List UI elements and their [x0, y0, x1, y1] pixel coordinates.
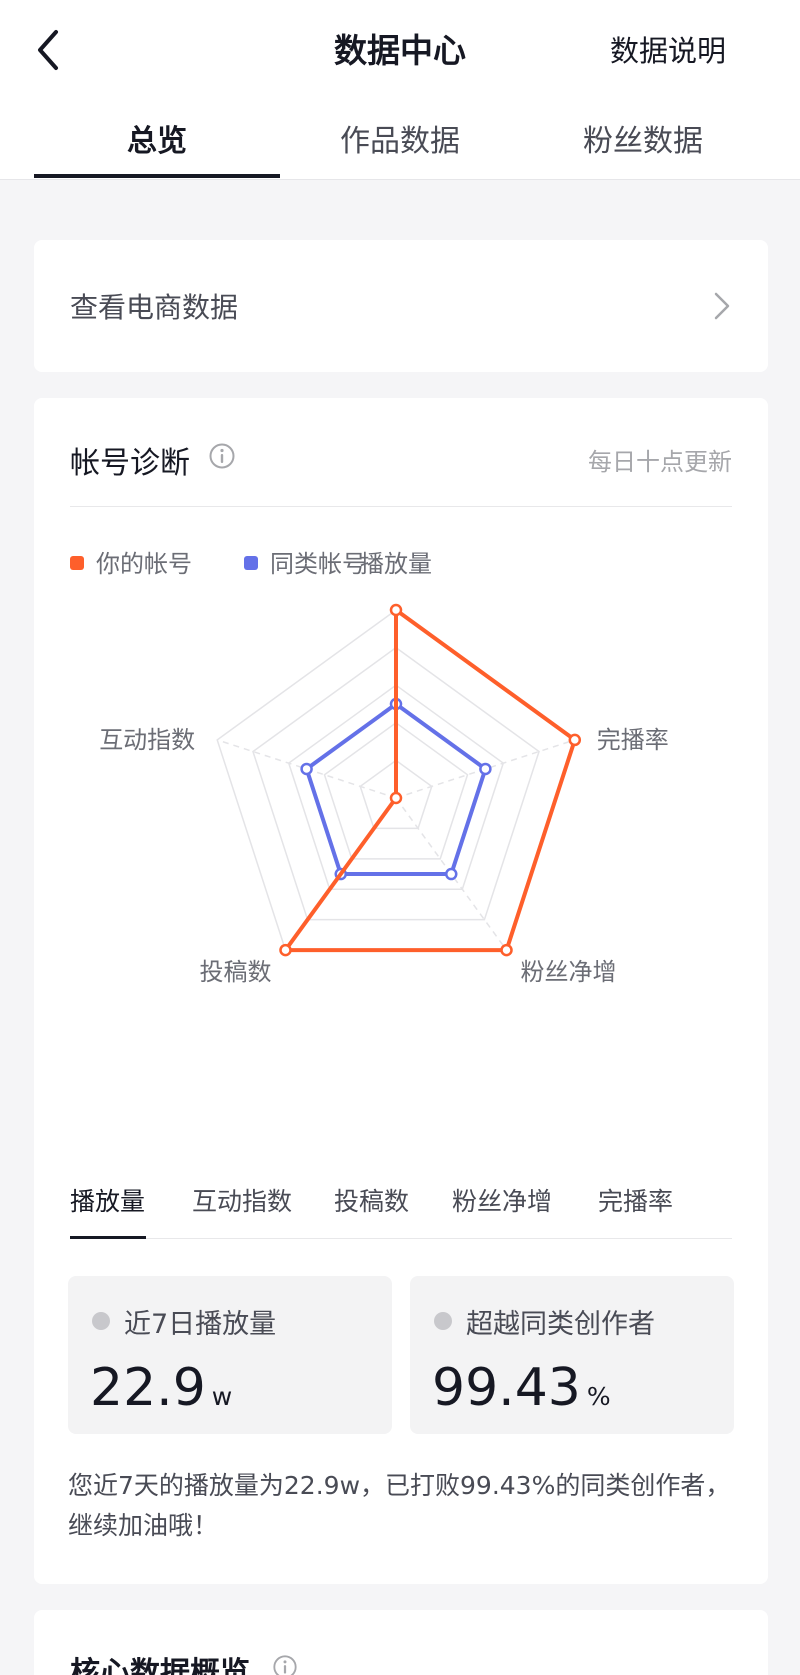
- radar-chart: 播放量完播率粉丝净增 投稿数 互动指数: [99, 550, 669, 986]
- radar-data-point: [479, 762, 492, 776]
- radar-series-line: [283, 608, 577, 953]
- active-metric-indicator: [70, 1236, 146, 1239]
- radar-axis-label: 互动指数: [99, 726, 195, 754]
- diagnosis-summary: 您近7天的播放量为22.9w，已打败99.43%的同类创作者，继续加油哦！: [68, 1471, 731, 1540]
- tab-overview[interactable]: 总览: [34, 116, 280, 160]
- metric-tab-net-fans[interactable]: 粉丝净增: [452, 1182, 552, 1218]
- radar-data-point: [445, 867, 458, 881]
- metric-tab-posts[interactable]: 投稿数: [334, 1182, 409, 1218]
- radar-data-point: [389, 603, 403, 617]
- radar-axis-label: 投稿数: [199, 958, 271, 986]
- core-data-card: 核心数据概览: [34, 1610, 768, 1675]
- stat-beat-peers: 超越同类创作者 99.43%: [410, 1276, 734, 1434]
- stat-plays-7d: 近7日播放量 22.9 w: [68, 1276, 392, 1434]
- chevron-right-icon: [714, 292, 730, 320]
- metric-tabs-baseline: [70, 1238, 732, 1239]
- data-help-link[interactable]: 数据说明: [610, 28, 726, 70]
- stat-value: 22.9 w: [90, 1358, 233, 1418]
- ecommerce-entry-row[interactable]: 查看电商数据: [34, 240, 768, 372]
- stat-label: 近7日播放量: [124, 1309, 277, 1340]
- ecommerce-label: 查看电商数据: [70, 291, 239, 324]
- stat-dot: [434, 1312, 452, 1330]
- metric-tab-completion[interactable]: 完播率: [598, 1182, 673, 1218]
- active-tab-indicator: [34, 174, 280, 178]
- tab-works-data[interactable]: 作品数据: [277, 116, 523, 160]
- radar-data-point: [279, 943, 292, 957]
- radar-data-point: [389, 791, 403, 805]
- account-diagnosis-card: 帐号诊断 每日十点更新 你的帐号 同类帐号 播放量 完播率 粉丝净增 投稿数 互动指数 …: [34, 398, 768, 1584]
- stat-dot: [92, 1312, 110, 1330]
- tab-fans-data[interactable]: 粉丝数据: [520, 116, 766, 160]
- metric-tabs: 播放量 互动指数 投稿数 粉丝净增 完播率: [70, 1178, 732, 1240]
- stat-label: 超越同类创作者: [466, 1309, 655, 1340]
- radar-data-point: [300, 762, 313, 776]
- main-tabs: 总览 作品数据 粉丝数据: [0, 108, 800, 178]
- top-navigation: 数据中心 数据说明 总览 作品数据 粉丝数据: [0, 0, 800, 180]
- metric-tab-plays[interactable]: 播放量: [70, 1182, 145, 1218]
- metric-tab-interaction[interactable]: 互动指数: [192, 1182, 292, 1218]
- stat-unit: %: [586, 1382, 611, 1411]
- radar-axis-label: 播放量: [360, 550, 432, 578]
- radar-data-point: [500, 943, 513, 957]
- radar-data-point: [568, 733, 582, 747]
- radar-axis-label: 完播率: [597, 726, 669, 754]
- stat-unit: w: [211, 1382, 233, 1411]
- stat-value: 99.43%: [432, 1358, 611, 1418]
- radar-axis-label: 粉丝净增: [521, 958, 617, 986]
- core-data-title: 核心数据概览: [70, 1656, 250, 1675]
- info-icon[interactable]: [272, 1654, 298, 1675]
- data-center-page: 数据中心 数据说明 总览 作品数据 粉丝数据 查看电商数据 帐号诊断 每日十点更…: [0, 0, 800, 1675]
